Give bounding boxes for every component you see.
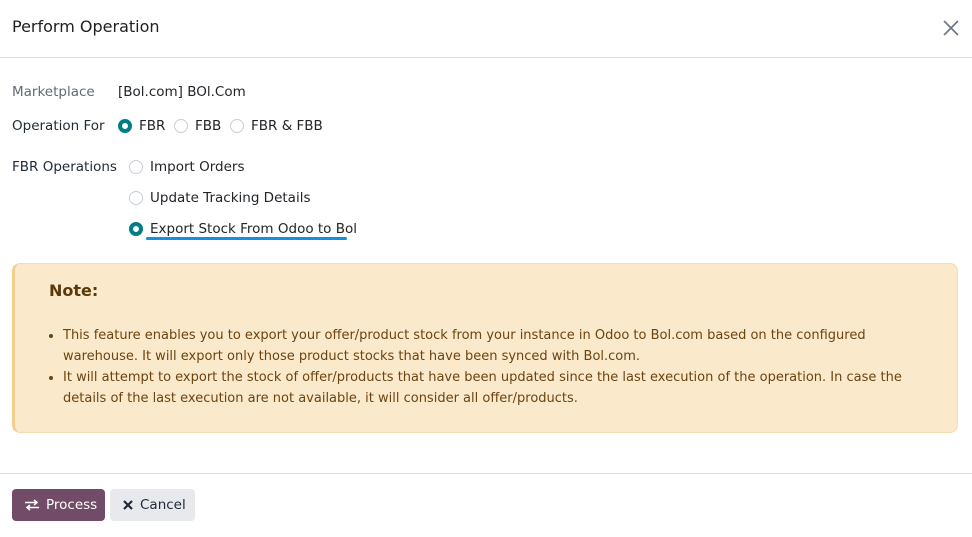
exchange-icon [25, 499, 39, 511]
note-box: Note: This feature enables you to export… [12, 263, 958, 433]
close-icon[interactable] [940, 17, 962, 39]
operation-for-radio-fbr-fbb[interactable] [230, 119, 244, 133]
cancel-button-label: Cancel [140, 497, 186, 513]
operation-for-option-fbr[interactable]: FBR [139, 118, 165, 134]
process-button[interactable]: Process [12, 489, 105, 521]
operation-for-option-fbr-fbb[interactable]: FBR & FBB [251, 118, 323, 134]
cancel-x-icon [123, 500, 133, 510]
fbr-op-option-import-orders[interactable]: Import Orders [150, 159, 245, 175]
operation-for-option-fbb[interactable]: FBB [195, 118, 221, 134]
marketplace-value: [Bol.com] BOl.Com [118, 84, 246, 100]
marketplace-label: Marketplace [12, 84, 95, 100]
highlight-underline [146, 237, 347, 240]
fbr-op-option-update-tracking[interactable]: Update Tracking Details [150, 190, 310, 206]
note-item: This feature enables you to export your … [63, 325, 943, 367]
note-title: Note: [49, 281, 99, 300]
dialog-title: Perform Operation [12, 17, 160, 36]
note-list: This feature enables you to export your … [63, 325, 943, 409]
operation-for-label: Operation For [12, 118, 105, 134]
process-button-label: Process [46, 497, 98, 513]
fbr-op-option-export-stock[interactable]: Export Stock From Odoo to Bol [150, 221, 357, 237]
operation-for-radio-fbr[interactable] [118, 119, 132, 133]
fbr-operations-label: FBR Operations [12, 159, 117, 175]
fbr-op-radio-update-tracking[interactable] [129, 191, 143, 205]
dialog-header: Perform Operation [0, 0, 972, 58]
cancel-button[interactable]: Cancel [110, 489, 195, 521]
footer-divider [0, 473, 972, 474]
operation-for-radio-fbb[interactable] [174, 119, 188, 133]
fbr-op-radio-export-stock[interactable] [129, 222, 143, 236]
fbr-op-radio-import-orders[interactable] [129, 160, 143, 174]
note-item: It will attempt to export the stock of o… [63, 367, 943, 409]
